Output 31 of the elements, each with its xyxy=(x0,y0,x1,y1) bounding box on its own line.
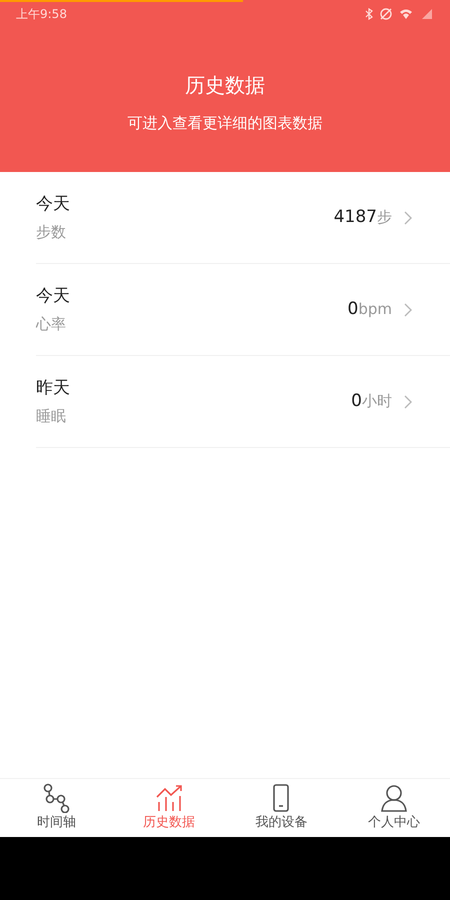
page-subtitle: 可进入查看更详细的图表数据 xyxy=(128,113,322,134)
page-title: 历史数据 xyxy=(185,72,265,99)
nav-tab[interactable]: 我的设备 xyxy=(225,779,338,837)
data-row[interactable]: 今天 心率 0bpm xyxy=(36,264,450,356)
day-label: 昨天 xyxy=(36,376,71,400)
chart-icon xyxy=(154,783,184,814)
chevron-icon xyxy=(404,302,412,316)
chevron-icon xyxy=(404,210,412,224)
nav-tab[interactable]: 个人中心 xyxy=(338,779,450,837)
metric-unit: 步 xyxy=(377,207,392,228)
nav-tab[interactable]: 时间轴 xyxy=(0,779,112,837)
metric-value: 0 xyxy=(348,298,358,321)
metric-label: 步数 xyxy=(36,222,67,243)
metric-label: 睡眠 xyxy=(36,406,67,427)
metric-value: 0 xyxy=(351,390,362,413)
chevron-icon xyxy=(404,394,412,408)
signal-icon xyxy=(422,9,432,19)
data-row[interactable]: 昨天 睡眠 0小时 xyxy=(36,356,450,448)
metric-unit: 小时 xyxy=(362,391,392,412)
metric-value: 4187 xyxy=(334,206,377,229)
person-icon xyxy=(378,783,409,814)
data-row[interactable]: 今天 步数 4187步 xyxy=(36,172,450,264)
wifi-icon xyxy=(400,10,412,19)
bluetooth-icon xyxy=(366,8,373,20)
nodes-icon xyxy=(41,783,72,814)
metric-label: 心率 xyxy=(36,314,67,335)
status-time: 上午9:58 xyxy=(16,6,67,23)
metric-unit: bpm xyxy=(358,299,392,320)
mute-icon xyxy=(380,8,392,20)
day-label: 今天 xyxy=(36,192,71,216)
day-label: 今天 xyxy=(36,284,71,308)
